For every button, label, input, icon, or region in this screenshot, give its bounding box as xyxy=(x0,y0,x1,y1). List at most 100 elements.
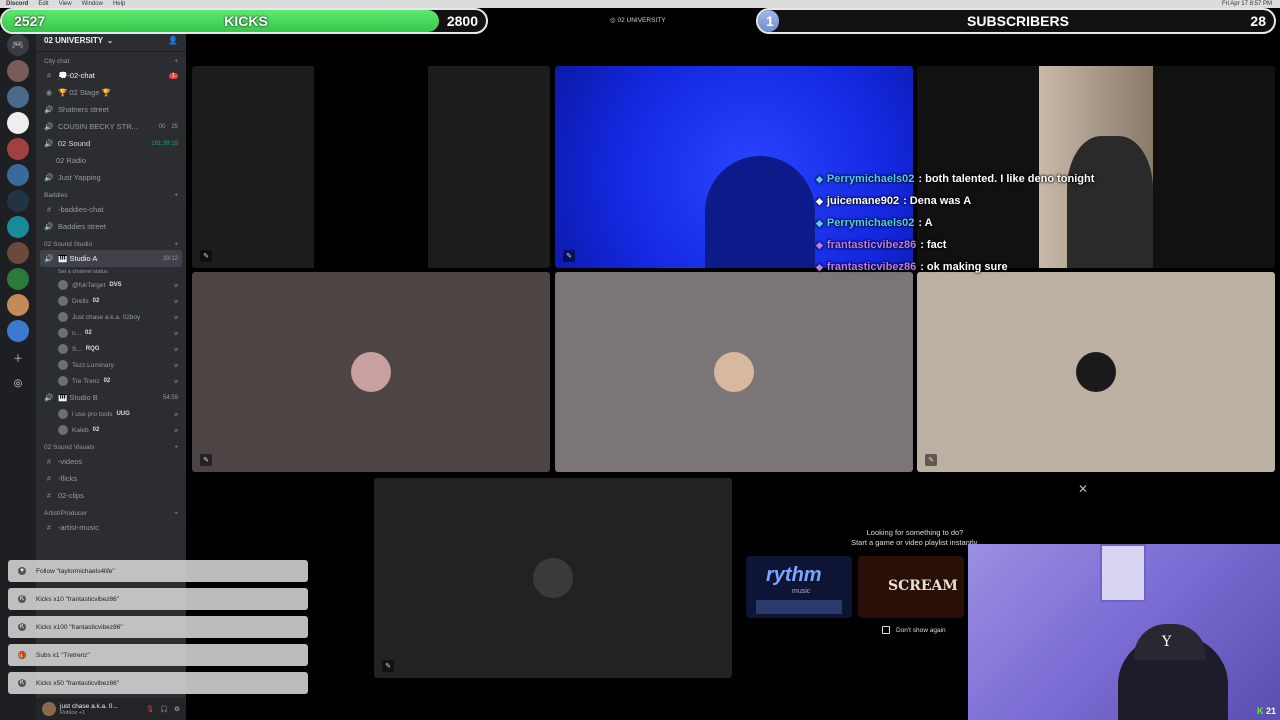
channel-studio-b[interactable]: 🔊 🎹 Studio B 54:59 xyxy=(36,389,186,406)
kicks-goal: 2800 xyxy=(446,13,478,29)
avatar xyxy=(58,409,68,419)
stage-title: ◎ 02 UNIVERSITY xyxy=(610,17,666,24)
channel-02-radio[interactable]: 02 Radio xyxy=(36,152,186,169)
user-panel: just chase a.k.a. 0... Roblox +1 🎙 🎧 ⚙ xyxy=(36,698,186,720)
scream-activity-card[interactable]: SCREAM xyxy=(858,556,964,618)
channel-shatners-street[interactable]: 🔊 Shatners street xyxy=(36,101,186,118)
server-icon[interactable] xyxy=(7,268,29,290)
pin-icon[interactable]: ✎ xyxy=(200,250,212,262)
voice-user-name: i use pro tools xyxy=(72,410,113,418)
voice-user[interactable]: S... RQG ⌀ xyxy=(36,341,186,357)
pin-icon[interactable]: ✎ xyxy=(382,660,394,672)
channel-baddies-street[interactable]: 🔊 Baddies street xyxy=(36,218,186,235)
channel-artist-music[interactable]: # -artist-music xyxy=(36,519,186,536)
pin-icon[interactable]: ✎ xyxy=(925,454,937,466)
category-artist-producer[interactable]: Artist/Producer + xyxy=(36,504,186,519)
menu-app-name[interactable]: Discord xyxy=(6,1,28,7)
voice-user-name: n... xyxy=(72,329,82,337)
voice-user[interactable]: n... 02 ⌀ xyxy=(36,325,186,341)
dont-show-again[interactable]: Don't show again xyxy=(882,626,946,634)
video-tile[interactable]: ✎ xyxy=(192,272,550,472)
user-tag: RQG xyxy=(85,346,100,352)
muted-mic-icon: ⌀ xyxy=(174,330,178,337)
user-tag: UUG xyxy=(116,411,130,417)
add-server-icon[interactable]: ＋ xyxy=(7,346,29,368)
server-icon[interactable] xyxy=(7,216,29,238)
heart-icon: ♥ xyxy=(18,567,26,575)
mac-menubar: Discord Edit View Window Help Fri Apr 17… xyxy=(0,0,1280,8)
voice-user[interactable]: Drells 02 ⌀ xyxy=(36,293,186,309)
channel-cousin-becky[interactable]: 🔊 COUSIN BECKY STR... 00 25 xyxy=(36,118,186,135)
channel-02-sound[interactable]: 🔊 02 Sound 191:39:19 xyxy=(36,135,186,152)
menu-edit[interactable]: Edit xyxy=(38,1,48,7)
channel-flicks[interactable]: # -flicks xyxy=(36,470,186,487)
menu-view[interactable]: View xyxy=(59,1,72,7)
menu-window[interactable]: Window xyxy=(82,1,103,7)
discord-home-icon[interactable]: 🎮 xyxy=(7,34,29,56)
channel-02-clips[interactable]: #02-clips xyxy=(36,487,186,504)
mute-mic-icon[interactable]: 🎙 xyxy=(146,705,154,713)
voice-user[interactable]: @fukTarget DVS ⌀ xyxy=(36,277,186,293)
video-tile[interactable] xyxy=(555,272,913,472)
badge-icon: ◆ xyxy=(816,195,823,206)
voice-user[interactable]: Tre Trenz 02 ⌀ xyxy=(36,373,186,389)
chat-username: Perrymichaels02 xyxy=(826,217,915,229)
channel-videos[interactable]: # -videos xyxy=(36,453,186,470)
pin-icon[interactable]: ✎ xyxy=(200,454,212,466)
settings-gear-icon[interactable]: ⚙ xyxy=(174,705,180,713)
pin-icon[interactable]: ✎ xyxy=(563,250,575,262)
video-tile[interactable]: ✎ xyxy=(374,478,732,678)
muted-mic-icon: ⌀ xyxy=(174,346,178,353)
user-tag: 02 xyxy=(103,378,111,384)
server-icon[interactable] xyxy=(7,86,29,108)
subs-goal: 28 xyxy=(1250,13,1266,29)
chat-text: : both talented. I like deno tonight xyxy=(918,173,1095,185)
channel-just-yapping[interactable]: 🔊 Just Yapping xyxy=(36,169,186,186)
video-tile[interactable]: ✎ xyxy=(917,272,1275,472)
badge-icon: ◆ xyxy=(816,239,823,250)
category-02-sound-studio[interactable]: 02 Sound Studio + xyxy=(36,235,186,250)
add-member-icon[interactable]: 👤 xyxy=(168,36,178,45)
close-icon[interactable]: ✕ xyxy=(1078,482,1088,496)
channel-baddies-chat[interactable]: # -baddies-chat xyxy=(36,201,186,218)
category-baddies[interactable]: Baddies + xyxy=(36,186,186,201)
category-city-chat[interactable]: City chat + xyxy=(36,52,186,67)
server-icon[interactable] xyxy=(7,294,29,316)
chat-message: ◆ frantasticvibez86: fact xyxy=(816,234,1094,256)
alert-item: K Kicks x10 "frantasticvibez86" xyxy=(8,588,308,610)
avatar[interactable] xyxy=(42,702,56,716)
muted-mic-icon: ⌀ xyxy=(174,427,178,434)
avatar xyxy=(533,558,573,598)
chat-message: ◆ juicemane902: Dena was A xyxy=(816,190,1094,212)
server-icon[interactable] xyxy=(7,138,29,160)
rythm-activity-card[interactable]: rythm music xyxy=(746,556,852,618)
muted-mic-icon: ⌀ xyxy=(174,298,178,305)
chat-text: : ok making sure xyxy=(920,261,1008,273)
server-icon[interactable] xyxy=(7,164,29,186)
server-icon[interactable] xyxy=(7,112,29,134)
category-02-sound-visuals[interactable]: 02 Sound Visuals + xyxy=(36,438,186,453)
voice-user-name: Drells xyxy=(72,297,89,305)
channel-studio-a[interactable]: 🔊 🎹 Studio A 33:12 xyxy=(40,250,182,267)
video-tile[interactable]: ✎ xyxy=(192,66,550,268)
voice-user[interactable]: Kaleb 02 ⌀ xyxy=(36,422,186,438)
voice-user[interactable]: Tezz.Luminary ⌀ xyxy=(36,357,186,373)
voice-user[interactable]: i use pro tools UUG ⌀ xyxy=(36,406,186,422)
chat-username: frantasticvibez86 xyxy=(826,239,917,251)
server-icon[interactable] xyxy=(7,242,29,264)
hash-icon: # xyxy=(46,523,52,532)
server-icon[interactable] xyxy=(7,60,29,82)
server-icon[interactable] xyxy=(7,190,29,212)
menu-help[interactable]: Help xyxy=(113,1,125,7)
server-icon[interactable] xyxy=(7,320,29,342)
voice-user[interactable]: Just chase a.k.a. 02boy ⌀ xyxy=(36,309,186,325)
discover-icon[interactable]: ◎ xyxy=(7,372,29,394)
channel-status[interactable]: Set a channel status xyxy=(36,267,186,277)
channel-02-chat[interactable]: # 💭-02-chat 1 xyxy=(36,67,186,84)
unread-badge: 1 xyxy=(168,72,178,79)
speaker-icon: 🔊 xyxy=(44,139,54,148)
headset-icon[interactable]: 🎧 xyxy=(160,705,168,713)
hash-icon: # xyxy=(46,205,52,214)
channel-02-stage[interactable]: ◉ 🏆 02 Stage 🏆 xyxy=(36,84,186,101)
dont-show-checkbox[interactable] xyxy=(882,626,890,634)
